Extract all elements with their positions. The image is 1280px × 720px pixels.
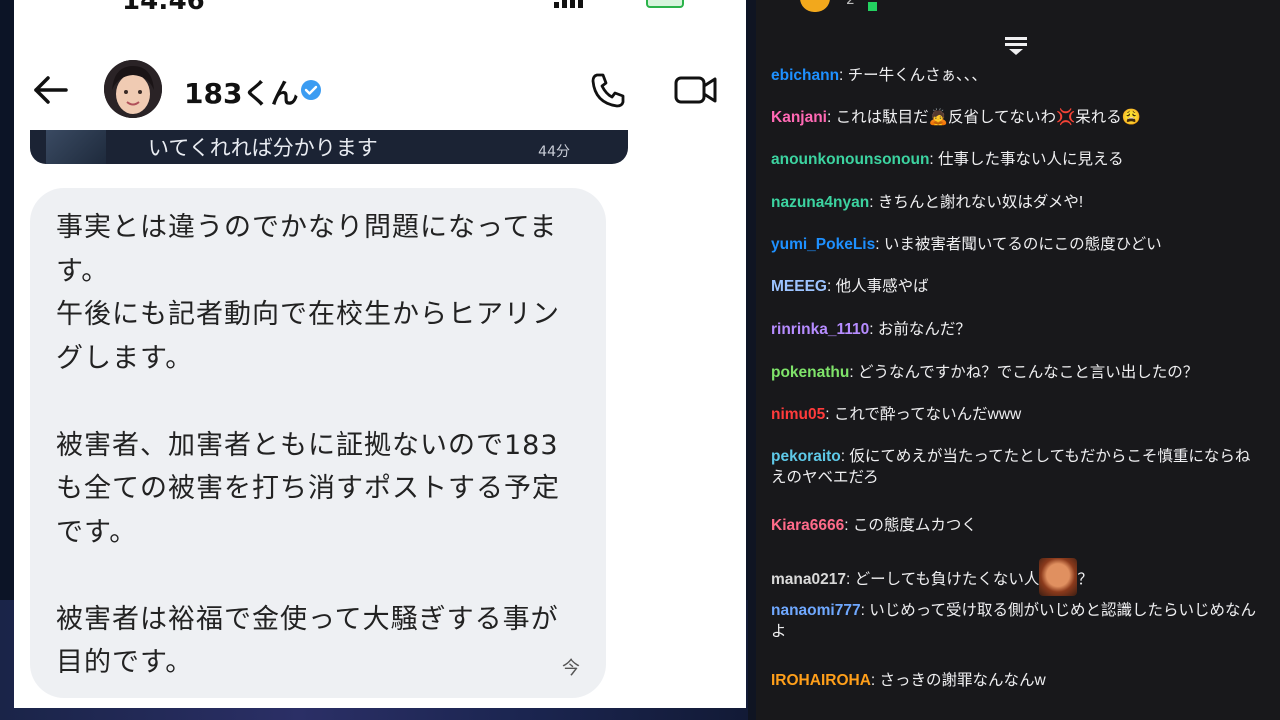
chat-colon: : (869, 321, 878, 338)
video-camera-icon (674, 76, 717, 104)
chat-text: これで酔ってないんだwww (833, 406, 1022, 423)
chat-message: nanaomi777: いじめって受け取る側がいじめと認識したらいじめなんよ (771, 600, 1261, 642)
reply-thumbnail (46, 130, 106, 164)
menu-icon (1005, 37, 1027, 55)
chat-colon: : (875, 236, 884, 253)
chat-colon: : (839, 67, 848, 84)
chat-username[interactable]: pokenathu (771, 364, 849, 381)
chat-message: IROHAIROHA: さっきの謝罪なんなんw (771, 670, 1261, 691)
signal-bar (570, 0, 575, 8)
face-emote-icon (1039, 558, 1078, 596)
chat-username[interactable]: anounkonounsonoun (771, 151, 929, 168)
chat-colon: : (860, 602, 870, 619)
chat-text: 呆れる (1075, 109, 1122, 126)
message-bubble[interactable]: 事実とは違うのでかなり問題になってます。 午後にも記者動向で在校生からヒアリング… (30, 188, 606, 698)
chat-colon: : (870, 672, 880, 689)
status-time: 14:46 (122, 0, 205, 16)
chat-username[interactable]: Kanjani (771, 109, 827, 126)
reply-preview[interactable]: いてくれれば分かります 44分 (30, 130, 628, 164)
chat-username[interactable]: rinrinka_1110 (771, 321, 869, 338)
chat-username[interactable]: nazuna4nyan (771, 194, 869, 211)
chat-username[interactable]: nanaomi777 (771, 602, 861, 619)
chat-colon: : (825, 406, 834, 423)
chat-message: yumi_PokeLis: いま被害者聞いてるのにこの態度ひどい (771, 234, 1261, 255)
chat-username[interactable]: Kiara6666 (771, 517, 844, 534)
chat-colon: : (826, 278, 836, 295)
signal-bar (562, 0, 567, 8)
chat-message: pekoraito: 仮にてめえが当たってたとしてもだからこそ慎重にならねえのヤ… (771, 446, 1261, 488)
chat-text: 仕事した事ない人に見える (938, 151, 1124, 168)
chat-message: anounkonounsonoun: 仕事した事ない人に見える (771, 149, 1261, 170)
chat-text: 他人事感やば (835, 278, 929, 295)
chat-top-strip (756, 0, 1280, 16)
battery-icon (646, 0, 684, 8)
dm-screen: 14:46 183くん いてくれれば分かります 44分 事実とは違うのでかなり問… (14, 0, 746, 708)
chat-message: pokenathu: どうなんですかね？でこんなこと言い出したの？ (771, 362, 1261, 383)
chat-message: nazuna4nyan: きちんと謝れない奴はダメや! (771, 192, 1261, 213)
avatar-face-icon (104, 60, 162, 118)
back-button[interactable] (32, 72, 72, 108)
back-arrow-icon (34, 76, 68, 104)
chat-username[interactable]: mana0217 (771, 571, 846, 588)
chat-text: ？ (1077, 571, 1093, 588)
stream-chat: 2 ebichann: チー牛くんさぁ、、、 Kanjani: これは駄目だ🙇反… (756, 0, 1280, 720)
chat-filter-button[interactable] (1004, 36, 1028, 56)
chat-colon: : (869, 194, 878, 211)
status-icons (554, 0, 694, 8)
chat-text: どーしても負けたくない人 (854, 571, 1040, 588)
phone-icon (591, 73, 625, 108)
message-text: 事実とは違うのでかなり問題になってます。 午後にも記者動向で在校生からヒアリング… (56, 212, 560, 678)
chat-text: きちんと謝れない奴はダメや! (877, 194, 1084, 211)
chat-text: どうなんですかね？でこんなこと言い出したの？ (858, 364, 1199, 381)
reply-preview-text: いてくれれば分かります (148, 136, 378, 160)
chat-text: お前なんだ？ (877, 321, 971, 338)
chat-colon: : (826, 109, 836, 126)
chat-text: この態度ムカつく (852, 517, 977, 534)
chat-colon: : (929, 151, 939, 168)
chat-username[interactable]: yumi_PokeLis (771, 236, 875, 253)
chat-username[interactable]: IROHAIROHA (771, 672, 871, 689)
call-button[interactable] (588, 70, 628, 110)
contact-name[interactable]: 183くん (184, 72, 298, 112)
phone-capture: 14:46 183くん いてくれれば分かります 44分 事実とは違うのでかなり問… (0, 0, 748, 720)
reply-preview-time: 44分 (538, 144, 570, 160)
chat-username[interactable]: pekoraito (771, 448, 841, 465)
chat-message: rinrinka_1110: お前なんだ？ (771, 319, 1261, 340)
chat-colon: : (845, 571, 855, 588)
chat-text: いま被害者聞いてるのにこの態度ひどい (883, 236, 1162, 253)
message-timestamp: 今 (562, 658, 580, 679)
chat-username[interactable]: MEEEG (771, 278, 827, 295)
chat-colon: : (844, 517, 853, 534)
chat-message: Kiara6666: この態度ムカつく (771, 515, 1261, 536)
chat-message: nimu05: これで酔ってないんだwww (771, 404, 1261, 425)
verified-icon (300, 79, 322, 101)
chat-message: ebichann: チー牛くんさぁ、、、 (771, 65, 1261, 86)
chat-message: MEEEG: 他人事感やば (771, 276, 1261, 297)
avatar[interactable] (104, 60, 162, 118)
anger-emoji-icon: 💢 (1055, 109, 1076, 126)
chat-text: これは駄目だ (835, 109, 929, 126)
chat-text: 反省してないわ (947, 109, 1056, 126)
weary-emoji-icon: 😩 (1121, 109, 1142, 126)
chat-username[interactable]: ebichann (771, 67, 839, 84)
chat-username[interactable]: nimu05 (771, 406, 825, 423)
chat-message: Kanjani: これは駄目だ🙇反省してないわ💢呆れる😩 (771, 107, 1261, 128)
chat-text: チー牛くんさぁ、、、 (847, 67, 987, 84)
signal-bar (578, 0, 583, 8)
chat-colon: : (849, 364, 858, 381)
viewer-count: 2 (846, 0, 855, 8)
signal-icon (554, 2, 559, 8)
live-indicator (868, 2, 877, 11)
video-call-button[interactable] (674, 72, 718, 108)
bow-emoji-icon: 🙇 (928, 109, 948, 126)
chat-text: さっきの謝罪なんなんw (879, 672, 1046, 689)
chat-message: mana0217: どーしても負けたくない人 ？ (771, 558, 1261, 596)
